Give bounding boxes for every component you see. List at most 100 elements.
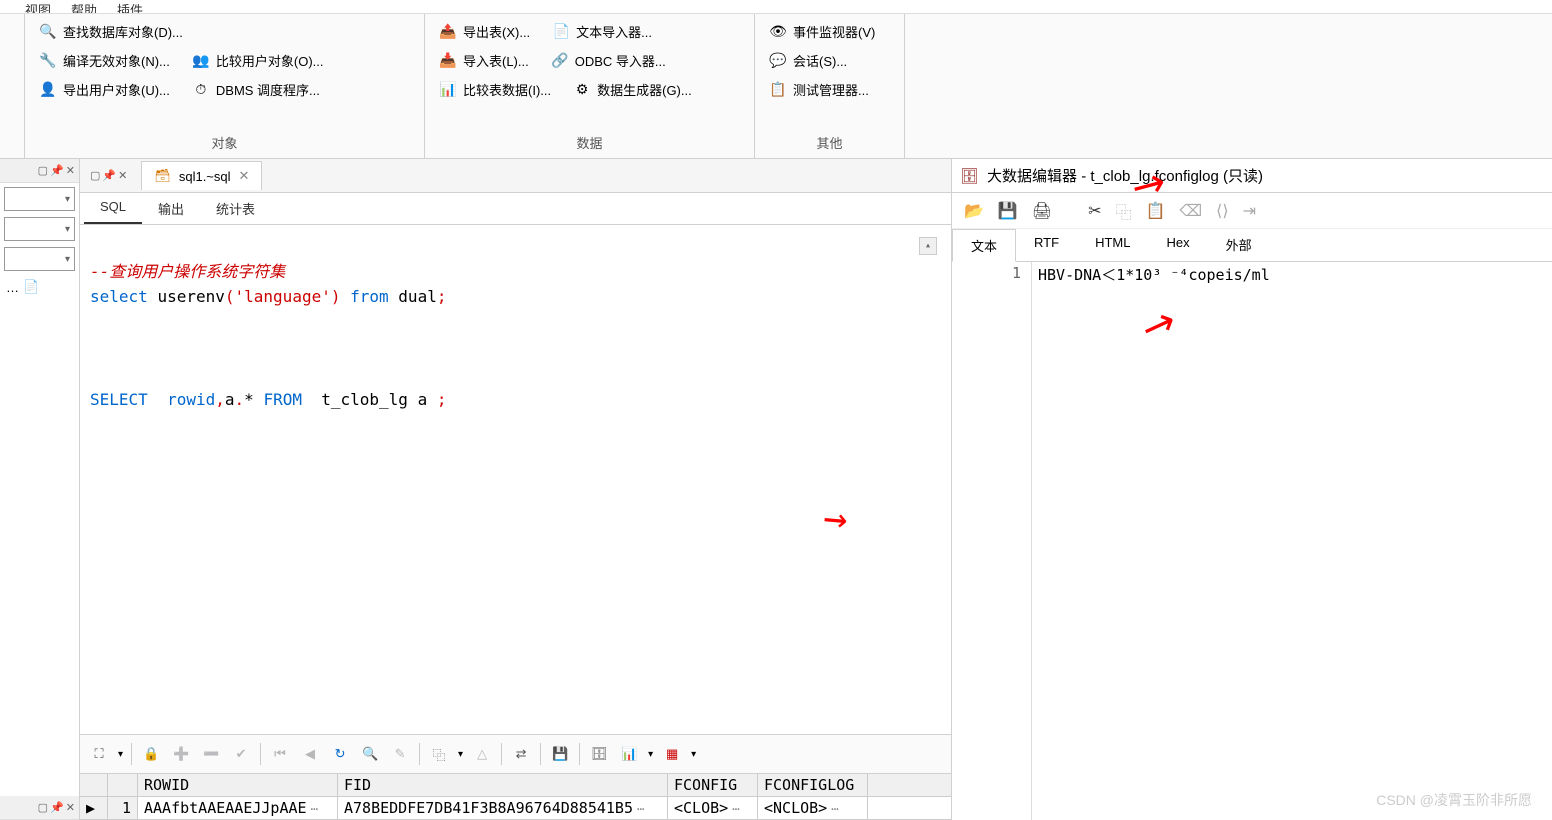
import-table[interactable]: 📥导入表(L)...: [433, 47, 535, 74]
save-icon[interactable]: 💾: [998, 201, 1018, 221]
dock-icon[interactable]: ▢: [90, 169, 100, 182]
combo-3[interactable]: ▾: [4, 247, 75, 271]
file-tab[interactable]: 🗃 sql1.~sql ✕: [141, 161, 262, 190]
odbc-importer[interactable]: 🔗ODBC 导入器...: [545, 47, 672, 74]
find-icon[interactable]: 🔍: [359, 743, 381, 765]
results-grid: ROWID FID FCONFIG FCONFIGLOG ▶ 1 AAAfbtA…: [80, 774, 951, 820]
clob-content[interactable]: HBV-DNA＜1*10³ ⁻⁴copeis/ml: [1032, 262, 1552, 820]
find-db-object[interactable]: 🔍查找数据库对象(D)...: [33, 18, 189, 45]
close-icon[interactable]: ✕: [66, 801, 75, 814]
combo-1[interactable]: ▾: [4, 187, 75, 211]
scroll-up-button[interactable]: ▴: [919, 237, 937, 255]
editor-panel: ▢ 📌 ✕ 🗃 sql1.~sql ✕ SQL 输出 统计表 ▴ --查询用户操…: [80, 159, 952, 820]
open-icon[interactable]: 📂: [964, 201, 984, 221]
results-toolbar: ⛶▾ 🔒 ➕ ➖ ✔ ⏮ ◀ ↻ 🔍 ✎ ⿻▾ △ ⇄ 💾 🗄 📊▾ ▦▾: [80, 734, 951, 774]
panel-title: 大数据编辑器 - t_clob_lg.fconfiglog (只读): [987, 165, 1263, 186]
cell-expand[interactable]: ⋯: [728, 802, 743, 816]
cell-fconfig[interactable]: <CLOB>⋯: [668, 797, 758, 819]
cell-expand[interactable]: ⋯: [633, 802, 648, 816]
export-user-obj[interactable]: 👤导出用户对象(U)...: [33, 76, 176, 103]
clipboard-icon: 📋: [769, 81, 787, 99]
tab-rtf[interactable]: RTF: [1016, 229, 1077, 261]
tab-sql[interactable]: SQL: [84, 193, 142, 224]
row-marker: ▶: [80, 797, 108, 819]
paste-icon[interactable]: 📋: [1146, 201, 1166, 221]
cell-expand[interactable]: ⋯: [307, 802, 322, 816]
cell-fconfiglog[interactable]: <NCLOB>⋯: [758, 797, 868, 819]
compare-table-data[interactable]: 📊比较表数据(I)...: [433, 76, 557, 103]
cell-fid[interactable]: A78BEDDFE7DB41F3B8A96764D88541B5⋯: [338, 797, 668, 819]
chart-icon[interactable]: 📊: [618, 743, 640, 765]
col-rowid[interactable]: ROWID: [138, 774, 338, 796]
pin-icon[interactable]: 📌: [50, 164, 64, 177]
wrench-icon: 🔧: [39, 52, 57, 70]
indent-icon[interactable]: ⇥: [1243, 201, 1256, 221]
dock-icon[interactable]: ▢: [38, 801, 48, 814]
export-icon: 📤: [439, 23, 457, 41]
cell-rowid[interactable]: AAAfbtAAEAAEJJpAAE⋯: [138, 797, 338, 819]
commit-icon[interactable]: ✔: [230, 743, 252, 765]
group-label: 对象: [33, 131, 416, 154]
print-icon[interactable]: 🖨: [1032, 201, 1052, 221]
close-icon[interactable]: ✕: [66, 164, 75, 177]
delete-row-icon[interactable]: ➖: [200, 743, 222, 765]
combo-2[interactable]: ▾: [4, 217, 75, 241]
col-fconfiglog[interactable]: FCONFIGLOG: [758, 774, 868, 796]
grid-icon[interactable]: ▦: [661, 743, 683, 765]
link-icon[interactable]: ⇄: [510, 743, 532, 765]
pin-icon[interactable]: 📌: [50, 801, 64, 814]
add-row-icon[interactable]: ➕: [170, 743, 192, 765]
clear-icon[interactable]: ⌫: [1180, 201, 1203, 221]
col-fid[interactable]: FID: [338, 774, 668, 796]
menu-item[interactable]: 帮助: [71, 0, 97, 13]
refresh-icon[interactable]: ↻: [329, 743, 351, 765]
fit-icon[interactable]: ⛶: [88, 743, 110, 765]
tab-output[interactable]: 输出: [142, 193, 200, 224]
tab-text[interactable]: 文本: [952, 229, 1016, 262]
col-marker[interactable]: [80, 774, 108, 796]
db-icon[interactable]: 🗄: [588, 743, 610, 765]
db-icon: 🗄: [960, 167, 979, 185]
test-manager[interactable]: 📋测试管理器...: [763, 76, 896, 103]
lock-icon[interactable]: 🔒: [140, 743, 162, 765]
col-fconfig[interactable]: FCONFIG: [668, 774, 758, 796]
export-table[interactable]: 📤导出表(X)...: [433, 18, 536, 45]
table-row[interactable]: ▶ 1 AAAfbtAAEAAEJJpAAE⋯ A78BEDDFE7DB41F3…: [80, 797, 951, 820]
sql-editor[interactable]: ▴ --查询用户操作系统字符集 select userenv('language…: [80, 225, 951, 734]
pin-icon[interactable]: 📌: [102, 169, 116, 182]
data-generator[interactable]: ⚙数据生成器(G)...: [567, 76, 698, 103]
compile-invalid[interactable]: 🔧编译无效对象(N)...: [33, 47, 176, 74]
edit-icon[interactable]: ✎: [389, 743, 411, 765]
menu-item[interactable]: 视图: [25, 0, 51, 13]
prev-icon[interactable]: ◀: [299, 743, 321, 765]
tab-external[interactable]: 外部: [1208, 229, 1270, 261]
sessions[interactable]: 💬会话(S)...: [763, 47, 896, 74]
compare-user-obj[interactable]: 👥比较用户对象(O)...: [186, 47, 330, 74]
up-icon[interactable]: △: [471, 743, 493, 765]
sql-tabs: SQL 输出 统计表: [80, 193, 951, 225]
text-importer[interactable]: 📄文本导入器...: [546, 18, 658, 45]
close-tab-icon[interactable]: ✕: [239, 168, 250, 184]
save-icon[interactable]: 💾: [549, 743, 571, 765]
group-label: 数据: [433, 131, 746, 154]
event-monitor[interactable]: 👁事件监视器(V): [763, 18, 896, 45]
search-icon: 🔍: [39, 23, 57, 41]
file-icon: 📄: [23, 279, 39, 295]
link-icon: 🔗: [551, 52, 569, 70]
code-icon[interactable]: ⟨⟩: [1216, 201, 1228, 221]
copy-icon[interactable]: ⿻: [1116, 199, 1132, 223]
close-icon[interactable]: ✕: [118, 169, 127, 182]
col-num[interactable]: [108, 774, 138, 796]
dbms-scheduler[interactable]: ⏱DBMS 调度程序...: [186, 76, 326, 103]
first-icon[interactable]: ⏮: [269, 743, 291, 765]
menu-item[interactable]: 插件: [117, 0, 143, 13]
cell-expand[interactable]: ⋯: [827, 802, 842, 816]
tab-html[interactable]: HTML: [1077, 229, 1148, 261]
dock-icon[interactable]: ▢: [38, 164, 48, 177]
tab-hex[interactable]: Hex: [1148, 229, 1207, 261]
new-doc[interactable]: …📄: [4, 277, 75, 297]
cut-icon[interactable]: ✂: [1088, 201, 1101, 221]
copy-icon[interactable]: ⿻: [428, 743, 450, 765]
tab-stats[interactable]: 统计表: [200, 193, 271, 224]
group-label: 其他: [763, 131, 896, 154]
